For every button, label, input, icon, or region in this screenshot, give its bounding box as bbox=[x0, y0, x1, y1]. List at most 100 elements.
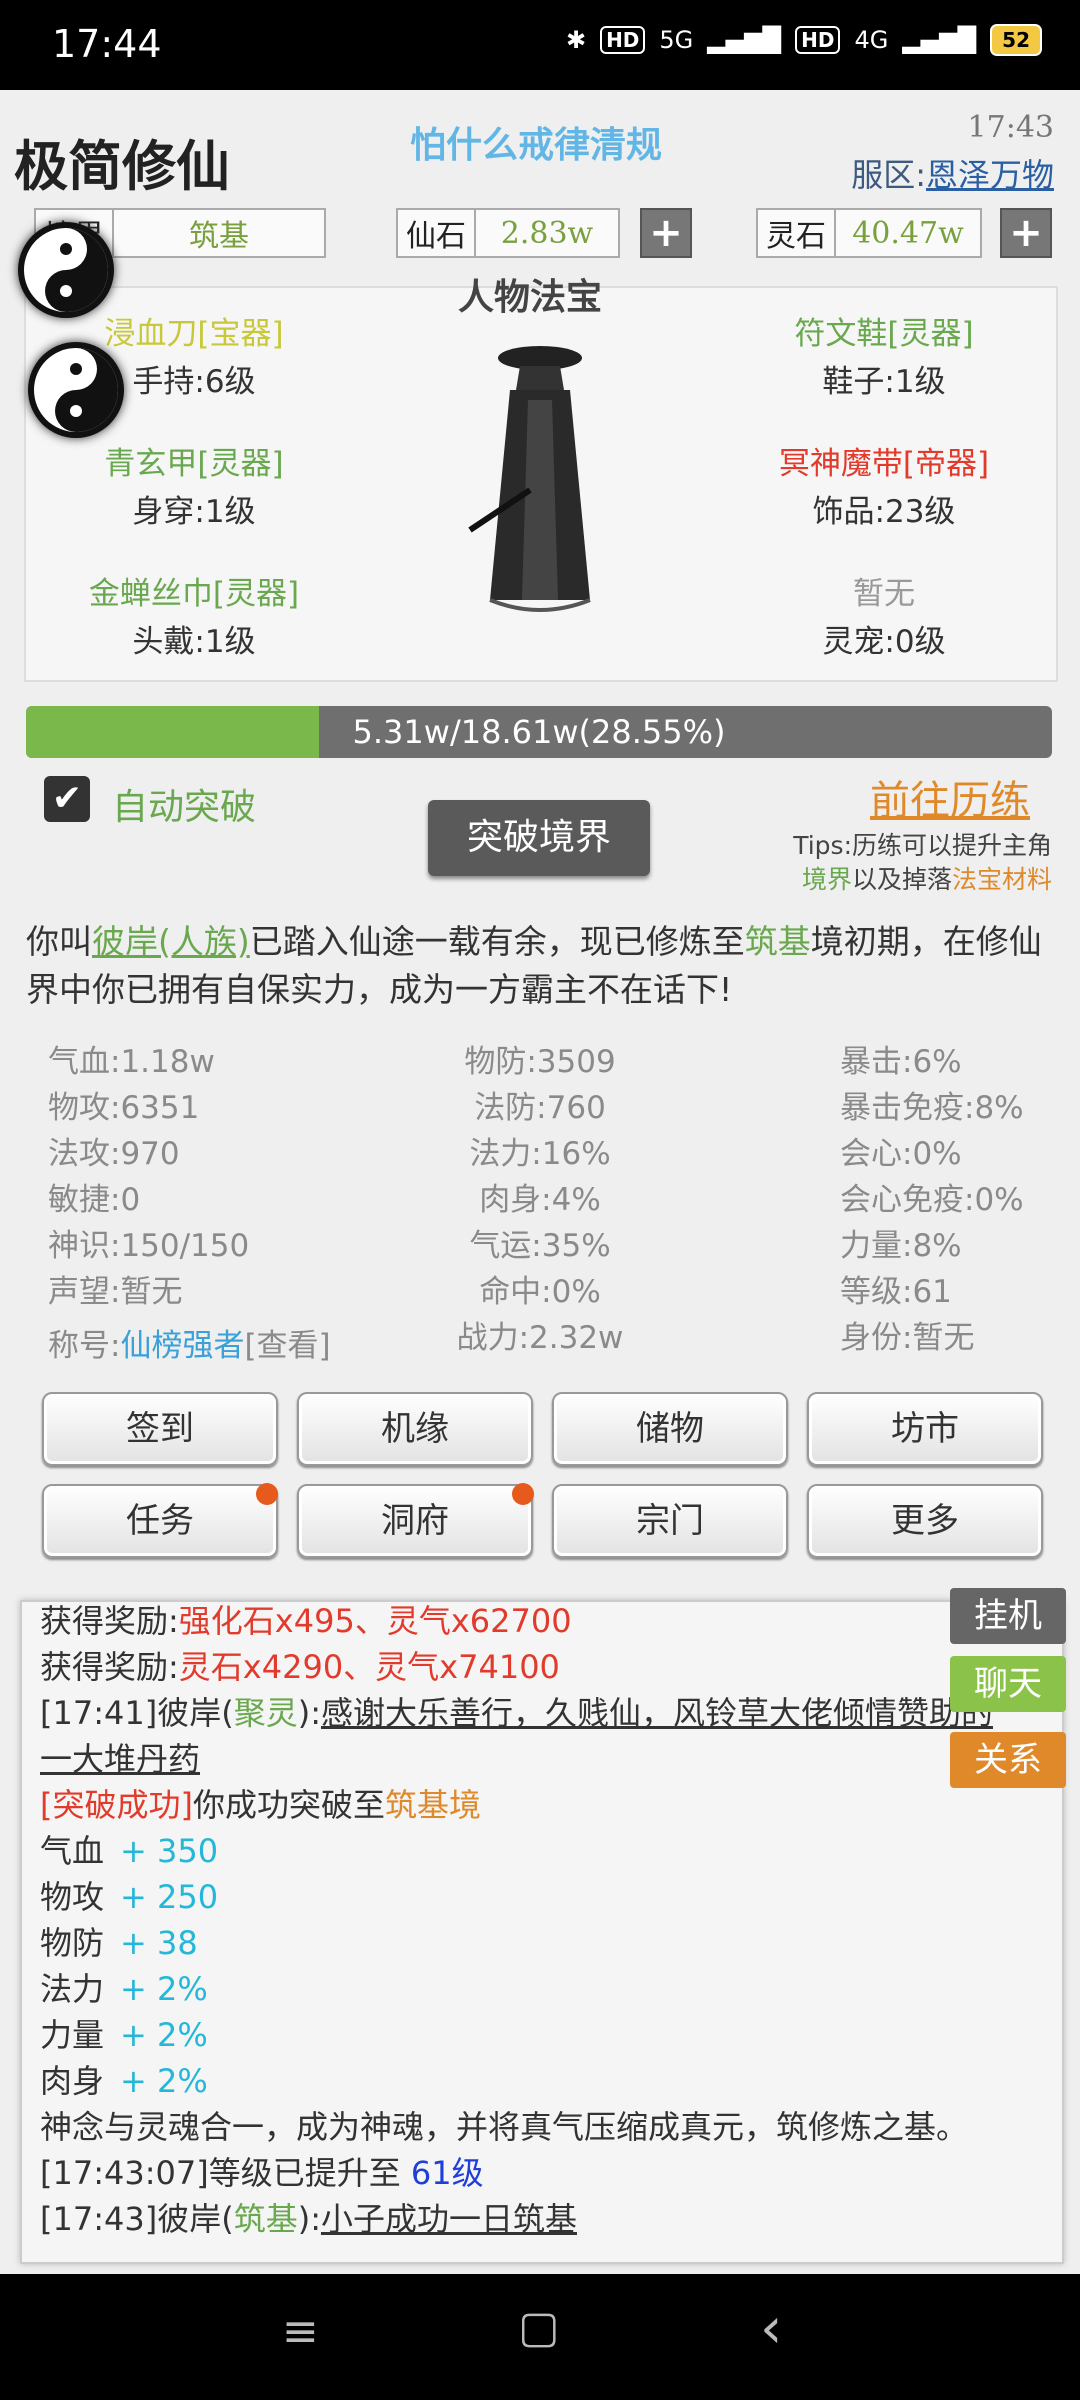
cultivation-progress-bar: 5.31w/18.61w(28.55%) bbox=[26, 706, 1052, 758]
gain-value: + 350 bbox=[120, 1832, 219, 1870]
log-line: [突破成功]你成功突破至筑基境 bbox=[40, 1780, 481, 1826]
network-5g: 5G bbox=[659, 26, 694, 54]
tips-line-1: Tips:历练可以提升主角 bbox=[793, 831, 1052, 860]
equip-head-name[interactable]: 金蝉丝巾[灵器] bbox=[44, 568, 344, 613]
add-lingshi-button[interactable]: + bbox=[1000, 208, 1052, 258]
lingshi-box: 灵石 40.47w bbox=[756, 208, 982, 258]
home-nav-icon[interactable]: ▢ bbox=[518, 2302, 560, 2353]
equip-pet-slot: 灵宠:0级 bbox=[822, 624, 946, 660]
lingshi-label: 灵石 bbox=[758, 210, 836, 256]
title-view-link[interactable]: [查看] bbox=[244, 1328, 330, 1364]
signal-icon: ▂▄▆█ bbox=[707, 26, 782, 54]
stat-0-2: 法攻:970 bbox=[48, 1136, 180, 1172]
log-label: 获得奖励: bbox=[40, 1602, 179, 1640]
back-nav-icon[interactable]: ‹ bbox=[760, 2296, 782, 2361]
menu-button-row2-0[interactable]: 任务 bbox=[42, 1484, 278, 1558]
realm-value: 筑基 bbox=[189, 219, 249, 254]
stat-2-2: 会心:0% bbox=[840, 1136, 962, 1172]
yinyang-icon-2 bbox=[28, 342, 124, 438]
gain-line: 物防 + 38 bbox=[40, 1918, 198, 1964]
log-line: [17:41]彼岸(聚灵):感谢大乐善行，久贱仙，风铃草大佬倾情赞助的 bbox=[40, 1688, 993, 1734]
menu-button-row1-3[interactable]: 坊市 bbox=[807, 1392, 1043, 1466]
stat-0-5: 声望:暂无 bbox=[48, 1274, 183, 1310]
log-value: 灵石x4290、灵气x74100 bbox=[178, 1648, 560, 1686]
tips-material: 法宝材料 bbox=[951, 865, 1052, 894]
menu-button-row1-2[interactable]: 储物 bbox=[552, 1392, 788, 1466]
menu-button-row2-2[interactable]: 宗门 bbox=[552, 1484, 788, 1558]
signal-icon-2: ▂▄▆█ bbox=[902, 26, 977, 54]
title-label: 称号: bbox=[48, 1328, 121, 1364]
equip-head-slot: 头戴:1级 bbox=[132, 624, 256, 660]
gain-line: 物攻 + 250 bbox=[40, 1872, 218, 1918]
menu-button-row2-3[interactable]: 更多 bbox=[807, 1484, 1043, 1558]
log-part: 61级 bbox=[410, 2154, 484, 2192]
gain-line: 肉身 + 2% bbox=[40, 2056, 208, 2102]
equip-armor-name[interactable]: 青玄甲[灵器] bbox=[44, 438, 344, 483]
relation-button[interactable]: 关系 bbox=[950, 1732, 1066, 1788]
task-notification-dot bbox=[256, 1483, 278, 1505]
stat-title: 称号:仙榜强者[查看] bbox=[48, 1320, 331, 1365]
auto-breakthrough-checkbox[interactable]: ✔ bbox=[44, 776, 90, 822]
stat-1-2: 法力:16% bbox=[469, 1136, 611, 1172]
gain-stat: 法力 bbox=[40, 1970, 105, 2008]
stat-1-6: 战力:2.32w bbox=[456, 1320, 624, 1356]
idle-button[interactable]: 挂机 bbox=[950, 1588, 1066, 1644]
xianshi-label: 仙石 bbox=[398, 210, 476, 256]
tips-realm: 境界 bbox=[801, 865, 852, 894]
equip-accessory-slot: 饰品:23级 bbox=[812, 494, 956, 530]
chat-message-link[interactable]: 感谢大乐善行，久贱仙，风铃草大佬倾情赞助的 bbox=[321, 1694, 993, 1732]
breakthrough-button[interactable]: 突破境界 bbox=[428, 800, 650, 876]
gain-line: 力量 + 2% bbox=[40, 2010, 208, 2056]
log-line-continued[interactable]: 一大堆丹药 bbox=[40, 1734, 200, 1780]
network-4g: 4G bbox=[854, 26, 889, 54]
add-xianshi-button[interactable]: + bbox=[640, 208, 692, 258]
stat-1-1: 法防:760 bbox=[474, 1090, 606, 1126]
stat-2-1: 暴击免疫:8% bbox=[840, 1090, 1024, 1126]
log-part: ): bbox=[297, 1694, 321, 1732]
character-figure-icon bbox=[468, 346, 591, 612]
gain-value: + 2% bbox=[120, 2062, 208, 2100]
gain-value: + 38 bbox=[120, 1924, 198, 1962]
log-part: [突破成功] bbox=[40, 1786, 193, 1824]
gain-value: + 250 bbox=[120, 1878, 219, 1916]
chat-message-link[interactable]: 小子成功一日筑基 bbox=[321, 2200, 577, 2238]
server-link[interactable]: 恩泽万物 bbox=[926, 156, 1054, 194]
story-part: 你叫 bbox=[26, 922, 92, 961]
equip-shoes-slot: 鞋子:1级 bbox=[822, 364, 946, 400]
stat-0-1: 物攻:6351 bbox=[48, 1090, 200, 1126]
stat-1-4: 气运:35% bbox=[469, 1228, 611, 1264]
xianshi-value: 2.83w bbox=[500, 215, 594, 251]
auto-breakthrough-label: 自动突破 bbox=[112, 787, 257, 828]
log-part: 聚灵 bbox=[233, 1694, 298, 1732]
app-title: 极简修仙 bbox=[14, 134, 230, 198]
tips-line-2: 境界以及掉落法宝材料 bbox=[802, 860, 1052, 896]
title-value-link[interactable]: 仙榜强者 bbox=[120, 1328, 244, 1364]
stat-1-3: 肉身:4% bbox=[479, 1182, 601, 1218]
log-value: 强化石x495、灵气x62700 bbox=[178, 1602, 572, 1640]
menu-button-row1-1[interactable]: 机缘 bbox=[297, 1392, 533, 1466]
equip-pet-name[interactable]: 暂无 bbox=[734, 568, 1034, 613]
goto-training-link[interactable]: 前往历练 bbox=[870, 768, 1030, 826]
hd-icon-2: HD bbox=[795, 26, 841, 54]
equip-shoes-name[interactable]: 符文鞋[灵器] bbox=[734, 308, 1034, 353]
navigation-bar: ≡ ▢ ‹ bbox=[0, 2274, 1080, 2400]
stat-2-5: 等级:61 bbox=[840, 1274, 952, 1310]
stat-0-3: 敏捷:0 bbox=[48, 1182, 141, 1218]
log-panel[interactable]: 获得奖励:强化石x495、灵气x62700 获得奖励:灵石x4290、灵气x74… bbox=[20, 1600, 1064, 2264]
menu-button-row2-1[interactable]: 洞府 bbox=[297, 1484, 533, 1558]
stat-1-0: 物防:3509 bbox=[464, 1044, 616, 1080]
gain-stat: 物防 bbox=[40, 1924, 105, 1962]
stat-1-5: 命中:0% bbox=[479, 1274, 601, 1310]
log-line: [17:43:07]等级已提升至 61级 bbox=[40, 2148, 484, 2194]
stat-2-3: 会心免疫:0% bbox=[840, 1182, 1024, 1218]
battery-icon: 52 bbox=[990, 24, 1042, 56]
chat-button[interactable]: 聊天 bbox=[950, 1656, 1066, 1712]
menu-button-row1-0[interactable]: 签到 bbox=[42, 1392, 278, 1466]
header-motto: 怕什么戒律清规 bbox=[410, 125, 663, 166]
player-name-link[interactable]: 彼岸(人族) bbox=[92, 922, 250, 961]
progress-text: 5.31w/18.61w(28.55%) bbox=[352, 713, 726, 751]
log-part: ): bbox=[297, 2200, 321, 2238]
menu-nav-icon[interactable]: ≡ bbox=[282, 2306, 319, 2357]
equip-accessory-name[interactable]: 冥神魔带[帝器] bbox=[734, 438, 1034, 483]
log-part: 筑基境 bbox=[385, 1786, 482, 1824]
